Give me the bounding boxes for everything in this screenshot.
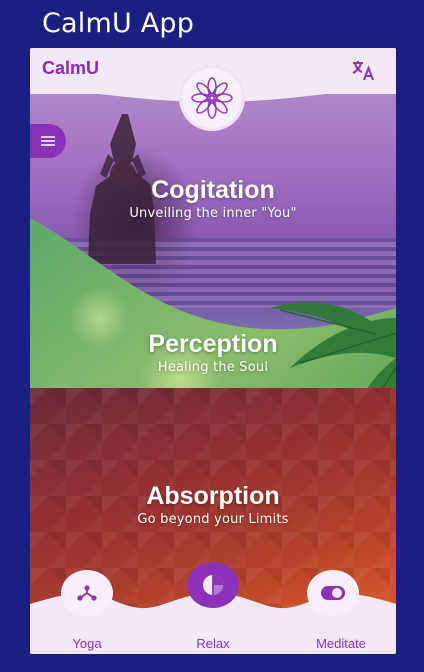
bottom-navigation: Yoga Relax Meditate xyxy=(30,562,396,654)
perception-title: Perception xyxy=(148,330,278,358)
nav-relax-circle xyxy=(187,562,239,608)
app-brand-title: CalmU xyxy=(42,58,100,78)
absorption-title: Absorption xyxy=(146,482,280,510)
cogitation-subtitle: Unveiling the inner "You" xyxy=(129,206,297,221)
nav-yoga[interactable] xyxy=(42,570,132,616)
nav-meditate-label[interactable]: Meditate xyxy=(296,636,386,651)
app-screen: CalmU Cogitation Unveiling the inner "Yo… xyxy=(30,48,396,654)
nav-yoga-circle xyxy=(61,570,113,616)
translate-button[interactable] xyxy=(348,56,378,84)
cogitation-title: Cogitation xyxy=(151,176,275,204)
absorption-wave-edge xyxy=(30,378,396,468)
menu-icon xyxy=(41,136,55,146)
nav-yoga-label[interactable]: Yoga xyxy=(42,636,132,651)
mandala-logo-icon xyxy=(191,77,233,119)
mandala-logo[interactable] xyxy=(182,68,242,128)
yoga-nodes-icon xyxy=(77,585,97,601)
nav-meditate-circle xyxy=(307,570,359,616)
nav-relax-label[interactable]: Relax xyxy=(168,636,258,651)
perception-text: Perception Healing the Soul xyxy=(30,330,396,375)
cogitation-text: Cogitation Unveiling the inner "You" xyxy=(30,176,396,221)
nav-relax[interactable] xyxy=(168,562,258,608)
pie-chart-icon xyxy=(203,575,223,595)
nav-meditate[interactable] xyxy=(288,570,378,616)
absorption-text: Absorption Go beyond your Limits xyxy=(30,482,396,527)
translate-icon xyxy=(352,61,374,81)
screenshot-caption: CalmU App xyxy=(42,8,195,39)
absorption-subtitle: Go beyond your Limits xyxy=(137,512,289,527)
menu-button[interactable] xyxy=(30,124,66,158)
perception-subtitle: Healing the Soul xyxy=(157,360,269,375)
toggle-icon xyxy=(321,586,345,600)
